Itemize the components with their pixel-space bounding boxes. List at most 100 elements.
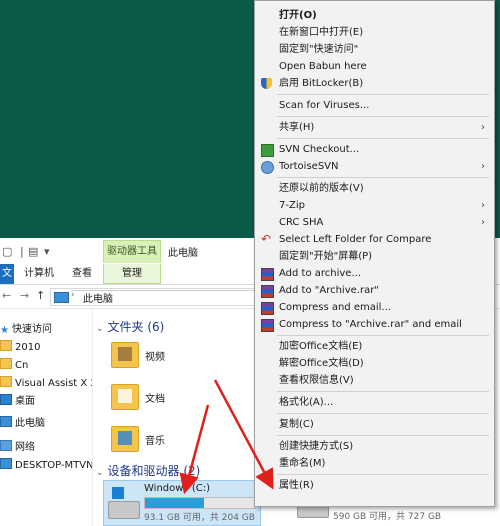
nav-item-quick-access[interactable]: ★ 快速访问 [0,322,92,338]
divider: | [20,245,24,258]
drive-c-usage-bar [144,497,256,509]
tortoisesvn-icon [261,161,274,174]
menu-item-重命名-m[interactable]: 重命名(M) [255,455,494,472]
menu-item-解密office文档-d[interactable]: 解密Office文档(D) [255,355,494,372]
menu-separator [277,177,489,178]
menu-item-加密office文档-e[interactable]: 加密Office文档(E) [255,338,494,355]
menu-item-compress-and-email[interactable]: Compress and email... [255,299,494,316]
menu-item-创建快捷方式-s[interactable]: 创建快捷方式(S) [255,438,494,455]
save-icon[interactable]: ▢ [2,245,12,258]
menu-separator [277,474,489,475]
folder-videos[interactable]: 视频 [107,338,227,378]
chevron-down-icon: ⌄ [96,468,104,478]
up-arrow-icon[interactable]: ↑ [36,289,45,302]
menu-item-共享-h[interactable]: 共享(H) › [255,119,494,136]
nav-item-desktop[interactable]: 桌面 [0,394,92,410]
menu-item-label: 在新窗口中打开(E) [279,27,364,38]
menu-separator [277,435,489,436]
forward-arrow-icon[interactable]: → [20,289,29,302]
menu-item-复制-c[interactable]: 复制(C) [255,416,494,433]
menu-item-label: Open Babun here [279,61,367,72]
folder-music[interactable]: 音乐 [107,422,227,462]
winrar-icon [261,268,274,281]
dropdown-arrow-icon[interactable]: ▾ [44,245,50,258]
devices-group-header[interactable]: ⌄ 设备和驱动器 (2) [96,462,200,479]
menu-item-固定到-开始-屏幕-p[interactable]: 固定到"开始"屏幕(P) [255,248,494,265]
menu-item-label: Select Left Folder for Compare [279,234,432,245]
menu-item-label: Add to archive... [279,268,361,279]
menu-item-label: 固定到"开始"屏幕(P) [279,251,373,262]
menu-item-add-to-archive[interactable]: Add to archive... [255,265,494,282]
drive-c[interactable]: Windows (C:) 93.1 GB 可用，共 204 GB [103,480,261,526]
chevron-right-icon: › [481,200,485,211]
menu-item-在新窗口中打开-e[interactable]: 在新窗口中打开(E) [255,24,494,41]
address-text: 此电脑 [83,294,113,305]
chevron-down-icon: ⌄ [96,324,104,334]
video-folder-icon [111,342,139,368]
menu-item-add-to-archive-rar[interactable]: Add to "Archive.rar" [255,282,494,299]
menu-item-label: Scan for Viruses... [279,100,370,111]
menu-item-label: Add to "Archive.rar" [279,285,379,296]
menu-item-label: 加密Office文档(E) [279,341,363,352]
hard-drive-icon [108,501,140,519]
folder-documents[interactable]: 文档 [107,380,227,420]
nav-item-visual-assist[interactable]: Visual Assist X 22 [0,376,92,392]
menu-item-启用-bitlocker-b[interactable]: 启用 BitLocker(B) [255,75,494,92]
menu-item-tortoisesvn[interactable]: TortoiseSVN › [255,158,494,175]
menu-item-格式化-a[interactable]: 格式化(A)... [255,394,494,411]
tab-file[interactable]: 文 [0,264,14,284]
winrar-icon [261,302,274,315]
nav-item-desktop-pc[interactable]: DESKTOP-MTVN6 [0,458,92,474]
menu-separator [277,391,489,392]
tab-computer[interactable]: 计算机 [24,264,54,284]
menu-item-查看权限信息-v[interactable]: 查看权限信息(V) [255,372,494,389]
back-arrow-icon[interactable]: ← [2,289,11,302]
winrar-icon [261,319,274,332]
menu-item-svn-checkout[interactable]: SVN Checkout... [255,141,494,158]
music-folder-icon [111,426,139,452]
menu-item-crc-sha[interactable]: CRC SHA › [255,214,494,231]
folder-icon [0,358,12,369]
tab-manage[interactable]: 管理 [103,264,161,284]
menu-separator [277,116,489,117]
menu-item-label: 复制(C) [279,419,314,430]
menu-item-label: 创建快捷方式(S) [279,441,354,452]
menu-item-label: 解密Office文档(D) [279,358,364,369]
menu-item-label: Compress and email... [279,302,391,313]
menu-item-label: 查看权限信息(V) [279,375,354,386]
menu-item-固定到-快速访问[interactable]: 固定到"快速访问" [255,41,494,58]
tab-view[interactable]: 查看 [72,264,92,284]
menu-item-打开-o[interactable]: 打开(O) [255,7,494,24]
folder-icon [0,340,12,351]
menu-item-label: TortoiseSVN [279,161,339,172]
menu-item-open-babun-here[interactable]: Open Babun here [255,58,494,75]
drive-c-usage-fill [145,498,205,508]
menu-item-label: 共享(H) [279,122,315,133]
menu-item-属性-r[interactable]: 属性(R) [255,477,494,494]
menu-separator [277,138,489,139]
menu-item-label: 固定到"快速访问" [279,44,359,55]
menu-item-compress-to-archive-rar-and-email[interactable]: Compress to "Archive.rar" and email [255,316,494,333]
nav-item-this-pc[interactable]: 此电脑 [0,416,92,432]
folders-group-header[interactable]: ⌄ 文件夹 (6) [96,318,164,335]
nav-item-cn[interactable]: Cn [0,358,92,374]
compare-icon: ↶ [261,232,272,246]
context-menu: 打开(O) 在新窗口中打开(E) 固定到"快速访问" Open Babun here 启… [254,0,495,507]
menu-item-7-zip[interactable]: 7-Zip › [255,197,494,214]
menu-item-label: 还原以前的版本(V) [279,183,364,194]
menu-item-label: 7-Zip [279,200,305,211]
menu-item-label: 打开(O) [279,10,317,21]
network-icon [0,440,12,451]
quick-access-toolbar: ▢ | ▤ ▾ [0,242,60,260]
new-folder-icon[interactable]: ▤ [28,245,38,258]
navigation-pane: ★快速访问 2010 Cn Visual Assist X 22 桌面 此电脑 … [0,310,93,526]
chevron-right-icon: › [481,217,485,228]
menu-item-scan-for-viruses[interactable]: Scan for Viruses... [255,97,494,114]
menu-item-select-left-folder-for-compare[interactable]: ↶ Select Left Folder for Compare [255,231,494,248]
nav-item-network[interactable]: 网络 [0,440,92,456]
svn-checkout-icon [261,144,274,157]
menu-item-label: 启用 BitLocker(B) [279,78,364,89]
menu-item-还原以前的版本-v[interactable]: 还原以前的版本(V) [255,180,494,197]
menu-separator [277,413,489,414]
nav-item-2010[interactable]: 2010 [0,340,92,356]
